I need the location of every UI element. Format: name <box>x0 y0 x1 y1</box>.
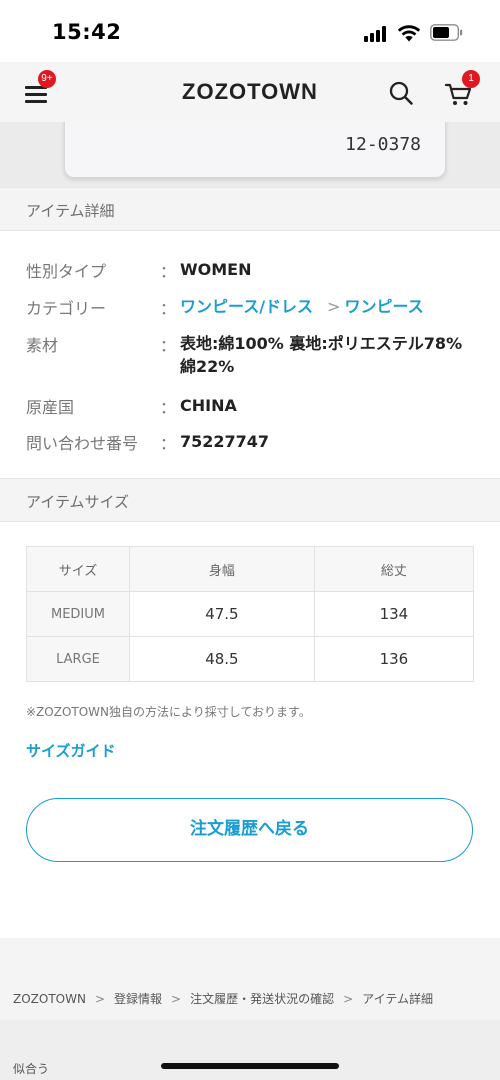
section-title: アイテムサイズ <box>26 493 130 511</box>
detail-colon: ： <box>160 299 177 318</box>
product-image: 12-0378 <box>0 122 500 188</box>
chevron-right-icon: > <box>94 992 106 1006</box>
status-time: 15:42 <box>52 20 122 44</box>
detail-label: カテゴリー <box>26 299 107 318</box>
measurement-note: ※ZOZOTOWN独自の方法により採寸しております。 <box>26 705 311 719</box>
column-header: 総丈 <box>313 546 475 592</box>
table-cell: 47.5 <box>129 591 315 637</box>
breadcrumb-item[interactable]: ZOZOTOWN <box>13 992 86 1006</box>
bottom-section <box>0 1020 500 1080</box>
item-size-header: アイテムサイズ <box>0 478 500 522</box>
back-to-order-history-button[interactable]: 注文履歴へ戻る <box>26 798 473 862</box>
detail-label: 性別タイプ <box>26 262 107 281</box>
detail-label: 素材 <box>26 336 59 355</box>
detail-label: 原産国 <box>26 398 75 417</box>
bottom-section-label: 似合う <box>13 1062 50 1076</box>
wifi-icon <box>397 25 421 42</box>
section-title: アイテム詳細 <box>26 202 115 220</box>
table-cell: 136 <box>313 636 475 682</box>
status-bar: 15:42 <box>0 0 500 62</box>
category-sub-link[interactable]: ワンピース <box>344 297 423 316</box>
size-name-cell: MEDIUM <box>26 591 130 637</box>
table-header-row: サイズ 身幅 総丈 <box>26 546 475 592</box>
detail-colon: ： <box>160 434 177 453</box>
app-header: 9+ ZOZOTOWN 1 <box>0 62 500 122</box>
product-tag: 12-0378 <box>64 122 446 178</box>
category-breadcrumb: ワンピース/ドレス > ワンピース <box>180 295 480 318</box>
battery-icon <box>430 24 463 41</box>
home-indicator[interactable] <box>161 1063 339 1069</box>
detail-value: CHINA <box>180 396 237 415</box>
column-header: サイズ <box>26 546 130 592</box>
size-guide-link[interactable]: サイズガイド <box>26 740 116 761</box>
material-line-2: 綿22% <box>180 357 235 376</box>
size-table: サイズ 身幅 総丈 MEDIUM 47.5 134 LARGE 48.5 136 <box>26 546 475 682</box>
table-cell: 134 <box>313 591 475 637</box>
item-details-header: アイテム詳細 <box>0 187 500 231</box>
column-header: 身幅 <box>129 546 315 592</box>
detail-value: 75227747 <box>180 432 270 451</box>
tag-code: 12-0378 <box>345 134 421 155</box>
detail-colon: ： <box>160 398 177 417</box>
footer-background <box>0 938 500 1020</box>
table-row: MEDIUM 47.5 134 <box>26 591 475 637</box>
site-logo[interactable]: ZOZOTOWN <box>0 79 500 105</box>
category-main-link[interactable]: ワンピース/ドレス <box>180 297 313 316</box>
size-name-cell: LARGE <box>26 636 130 682</box>
category-separator: > <box>327 297 341 316</box>
chevron-right-icon: > <box>171 992 182 1006</box>
detail-label: 問い合わせ番号 <box>26 434 139 453</box>
breadcrumb-item[interactable]: 登録情報 <box>114 992 162 1006</box>
chevron-right-icon: > <box>343 992 354 1006</box>
breadcrumb-current: アイテム詳細 <box>362 992 433 1006</box>
table-row: LARGE 48.5 136 <box>26 636 475 682</box>
search-icon[interactable] <box>388 80 414 106</box>
detail-colon: ： <box>160 262 177 281</box>
breadcrumb: ZOZOTOWN > 登録情報 > 注文履歴・発送状況の確認 > アイテム詳細 <box>13 990 433 1007</box>
breadcrumb-item[interactable]: 注文履歴・発送状況の確認 <box>190 992 334 1006</box>
material-value: 表地:綿100% 裏地:ポリエステル78% 綿22% <box>180 332 480 378</box>
detail-value: WOMEN <box>180 260 252 279</box>
material-line-1: 表地:綿100% 裏地:ポリエステル78% <box>180 334 463 353</box>
cart-count-badge: 1 <box>462 70 480 88</box>
cellular-signal-icon <box>364 26 390 42</box>
detail-colon: ： <box>160 336 177 355</box>
table-cell: 48.5 <box>129 636 315 682</box>
